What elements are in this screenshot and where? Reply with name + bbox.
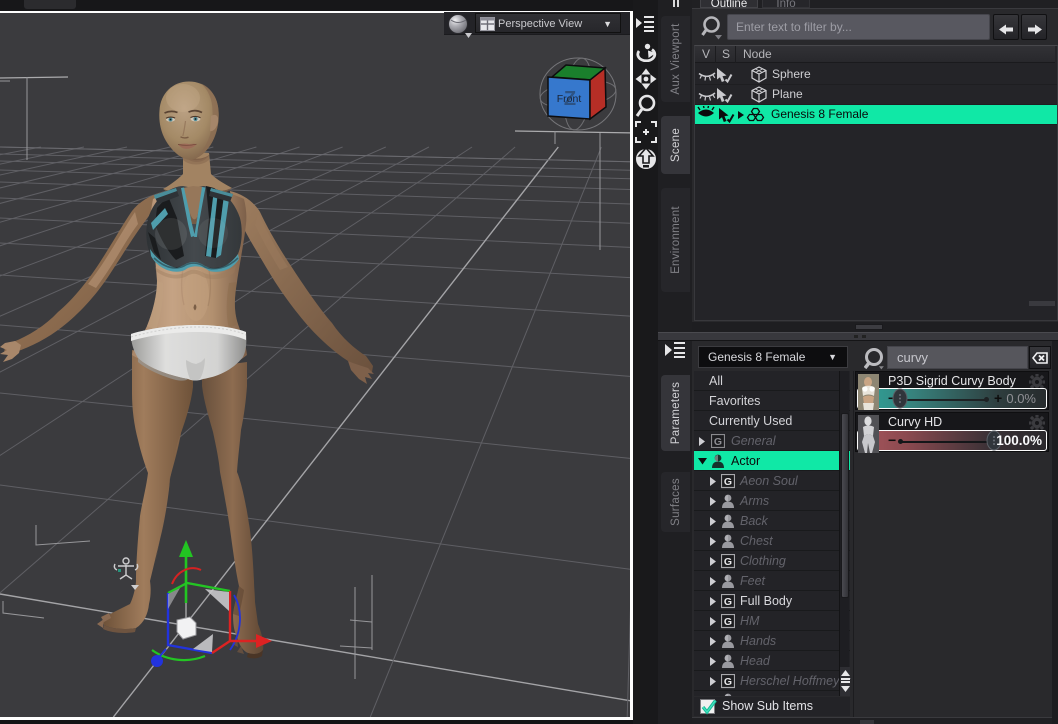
svg-text:G: G (724, 676, 732, 688)
svg-text:G: G (724, 616, 732, 628)
svg-text:G: G (724, 476, 732, 488)
svg-text:G: G (714, 436, 722, 448)
svg-text:G: G (724, 596, 732, 608)
svg-text:G: G (724, 556, 732, 568)
svg-text:Front: Front (557, 93, 582, 105)
